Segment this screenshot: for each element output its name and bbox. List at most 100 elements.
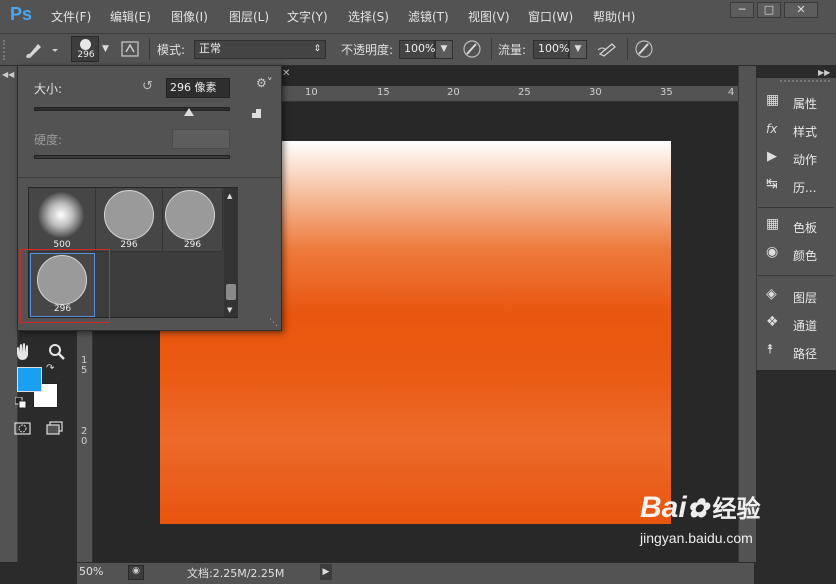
ruler-tick-label: 0 [81, 436, 88, 447]
panel-label: 通道 [793, 319, 818, 333]
expand-panels-icon[interactable]: ▶▶ [818, 68, 830, 77]
ruler-vertical: 1 5 2 0 [77, 330, 93, 562]
hand-tool[interactable] [12, 342, 36, 362]
options-grip[interactable] [3, 40, 11, 60]
airbrush-button[interactable] [596, 38, 620, 60]
minimize-button[interactable]: ─ [730, 2, 754, 18]
status-menu-arrow-icon[interactable]: ▶ [320, 564, 332, 580]
size-slider[interactable] [34, 107, 230, 111]
opacity-dropdown-button[interactable]: ▼ [435, 40, 453, 59]
actions-panel-button[interactable]: ▶ 动作 [766, 148, 836, 174]
opacity-input[interactable]: 100% [399, 40, 435, 59]
updown-arrows-icon: ⇕ [313, 44, 321, 54]
color-panel-button[interactable]: ◉ 颜色 [766, 244, 836, 270]
menu-help[interactable]: 帮助(H) [593, 8, 635, 25]
pressure-size-button[interactable] [633, 38, 655, 60]
ruler-tick-label: 35 [660, 87, 673, 98]
styles-fx-icon: fx [766, 122, 778, 136]
menu-view[interactable]: 视图(V) [468, 8, 510, 25]
brush-panel-toggle[interactable] [120, 40, 140, 58]
paths-panel-button[interactable]: ⯭ 路径 [766, 342, 836, 368]
opacity-label: 不透明度: [341, 43, 394, 57]
opacity-value: 100% [404, 42, 436, 55]
new-preset-icon [252, 109, 261, 118]
menu-layer[interactable]: 图层(L) [229, 8, 269, 25]
screen-mode-button[interactable] [44, 420, 68, 440]
tab-close-icon[interactable]: ✕ [282, 68, 290, 79]
export-icon[interactable]: ◉ [128, 565, 144, 580]
preset-item[interactable]: 296 [163, 188, 223, 252]
menu-select[interactable]: 选择(S) [348, 8, 389, 25]
flow-dropdown-button[interactable]: ▼ [569, 40, 587, 59]
hardness-label: 硬度: [34, 133, 63, 147]
brush-panel-icon [121, 41, 139, 57]
hardness-input[interactable] [172, 129, 230, 149]
flow-value: 100% [538, 42, 570, 55]
history-panel-button[interactable]: ↹ 历... [766, 176, 836, 202]
tablet-pressure-size-icon [635, 40, 653, 58]
flow-input[interactable]: 100% [533, 40, 569, 59]
menu-type[interactable]: 文字(Y) [287, 8, 328, 25]
baidu-paw-icon: ✿ [686, 493, 709, 523]
ruler-tick-label: 20 [447, 87, 460, 98]
brush-preset-button[interactable]: 296 [71, 36, 99, 62]
panel-label: 动作 [793, 153, 818, 167]
panel-grip[interactable] [780, 80, 830, 82]
screen-mode-icon [46, 421, 63, 435]
close-button[interactable]: ✕ [784, 2, 818, 18]
paths-icon: ⯭ [766, 342, 774, 357]
zoom-level[interactable]: 50% [79, 565, 103, 578]
gear-icon[interactable]: ⚙˅ [256, 76, 273, 90]
blend-mode-select[interactable]: 正常 ⇕ [194, 40, 326, 59]
history-icon: ↹ [766, 176, 778, 192]
preset-item[interactable]: 296 [96, 188, 163, 252]
panel-label: 颜色 [793, 249, 818, 263]
foreground-color-swatch[interactable] [17, 367, 42, 392]
color-palette-icon: ◉ [766, 244, 779, 260]
styles-panel-button[interactable]: fx 样式 [766, 120, 836, 146]
preset-scrollbar[interactable]: ▲ ▼ [224, 188, 238, 317]
brush-tool-preset-picker[interactable] [22, 38, 60, 60]
resize-grip-icon[interactable]: ⋱ [269, 318, 278, 328]
photoshop-logo: Ps [10, 4, 33, 24]
size-label: 大小: [34, 82, 63, 96]
menu-window[interactable]: 窗口(W) [528, 8, 573, 25]
swatches-icon: ▦ [766, 216, 780, 232]
scroll-down-icon[interactable]: ▼ [227, 306, 232, 314]
ruler-tick-label: 30 [589, 87, 602, 98]
layers-panel-button[interactable]: ◈ 图层 [766, 286, 836, 312]
scroll-up-icon[interactable]: ▲ [227, 192, 232, 200]
menu-file[interactable]: 文件(F) [51, 8, 91, 25]
hand-icon [17, 343, 28, 360]
status-bar [77, 562, 754, 584]
size-input[interactable]: 296 像素 [166, 78, 230, 98]
panel-label: 历... [793, 181, 817, 195]
pressure-opacity-button[interactable] [461, 38, 483, 60]
airbrush-icon [597, 43, 616, 57]
reset-size-icon[interactable]: ↺ [142, 79, 153, 94]
swap-colors-icon[interactable]: ↷ [46, 363, 54, 374]
menu-edit[interactable]: 编辑(E) [110, 8, 151, 25]
soft-brush-icon [38, 192, 84, 238]
quick-mask-button[interactable] [13, 420, 33, 438]
new-preset-button[interactable] [251, 108, 263, 120]
collapse-arrows-icon[interactable]: ◀◀ [2, 70, 14, 79]
brush-icon [26, 44, 58, 58]
baidu-jingyan-watermark: Bai✿ 经验 jingyan.baidu.com [640, 492, 760, 547]
restore-button[interactable]: □ [757, 2, 781, 18]
panel-label: 色板 [793, 221, 818, 235]
menu-filter[interactable]: 滤镜(T) [408, 8, 449, 25]
zoom-tool[interactable] [46, 342, 68, 362]
menu-image[interactable]: 图像(I) [171, 8, 208, 25]
properties-panel-button[interactable]: ▦ 属性 [766, 92, 836, 118]
panel-divider [758, 275, 834, 276]
preset-item[interactable]: 500 [29, 188, 96, 252]
size-slider-thumb[interactable] [184, 108, 194, 116]
channels-panel-button[interactable]: ❖ 通道 [766, 314, 836, 340]
brush-preset-dropdown-arrow[interactable]: ▼ [102, 44, 109, 54]
swatches-panel-button[interactable]: ▦ 色板 [766, 216, 836, 242]
hardness-slider[interactable] [34, 155, 230, 159]
ruler-tick-label: 4 [728, 87, 735, 98]
default-colors-button[interactable] [14, 396, 27, 409]
scrollbar-thumb[interactable] [226, 284, 236, 300]
